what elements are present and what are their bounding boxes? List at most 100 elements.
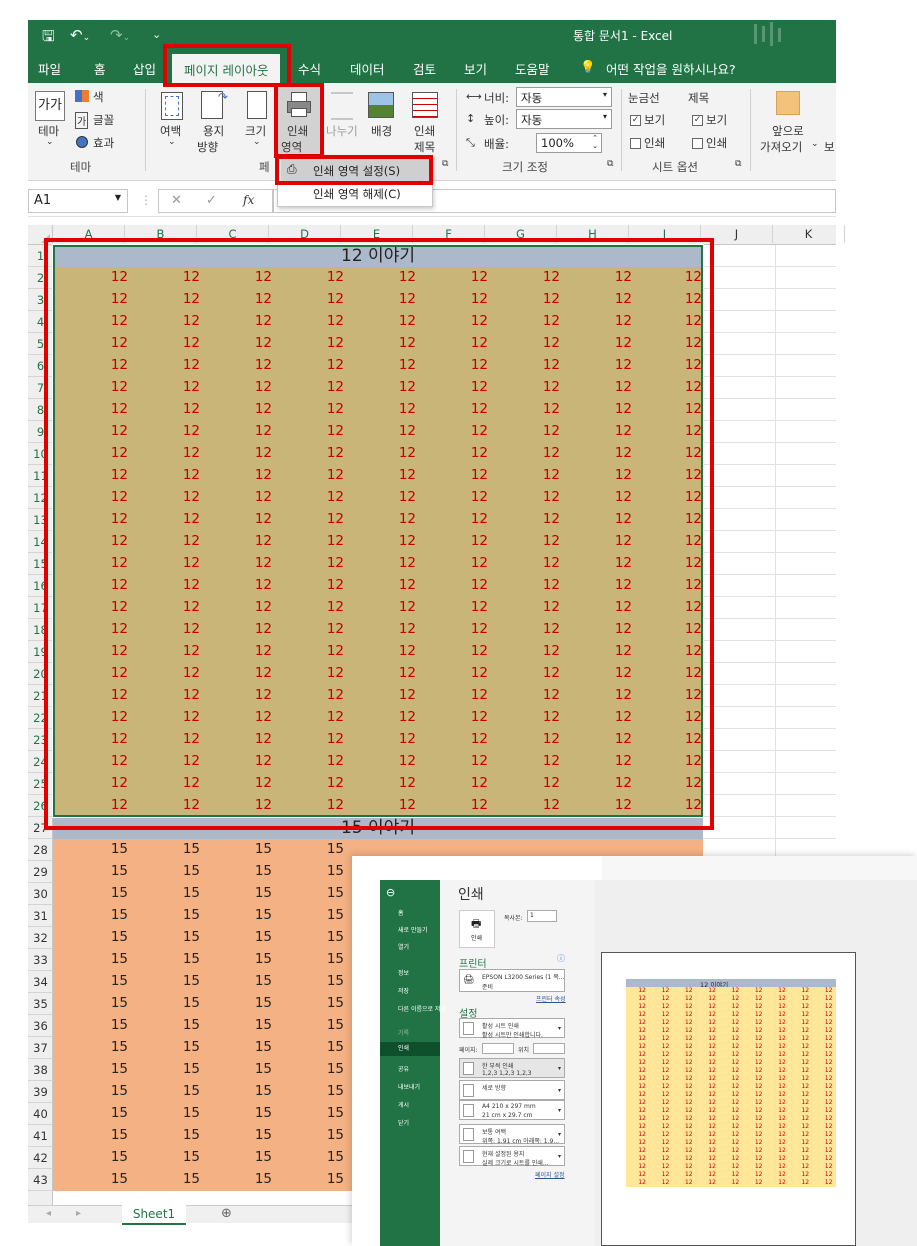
row-header-31[interactable]: 31 xyxy=(28,905,53,927)
cell-value[interactable]: 15 xyxy=(88,1039,128,1055)
cell-value[interactable]: 15 xyxy=(88,929,128,945)
row-header-42[interactable]: 42 xyxy=(28,1147,53,1169)
row-header-40[interactable]: 40 xyxy=(28,1103,53,1125)
cell-value[interactable]: 15 xyxy=(304,1171,344,1187)
bring-forward-line2[interactable]: 가져오기 xyxy=(760,139,802,155)
cell-value[interactable]: 15 xyxy=(88,907,128,923)
backstage-nav-item[interactable]: 새로 만들기 xyxy=(398,925,428,934)
cell-value[interactable]: 15 xyxy=(232,1127,272,1143)
cell-value[interactable]: 15 xyxy=(232,929,272,945)
theme-colors-button[interactable]: 색 xyxy=(93,89,104,105)
cell-value[interactable]: 15 xyxy=(232,1017,272,1033)
print-setting-dropdown[interactable]: A4 210 x 297 mm 21 cm x 29.7 cm ▾ xyxy=(459,1100,565,1120)
back-arrow-icon[interactable]: ⊖ xyxy=(386,886,395,899)
cell-value[interactable]: 15 xyxy=(304,995,344,1011)
name-box[interactable]: A1 ▼ xyxy=(28,189,128,213)
cell-value[interactable]: 15 xyxy=(232,885,272,901)
cell-value[interactable]: 15 xyxy=(232,1171,272,1187)
themes-icon[interactable]: 가가 xyxy=(35,91,65,121)
backstage-nav-item[interactable]: 다른 이름으로 저장 xyxy=(398,1004,446,1013)
cell-value[interactable]: 15 xyxy=(160,841,200,857)
cell-value[interactable]: 15 xyxy=(88,1127,128,1143)
cell-value[interactable]: 15 xyxy=(160,951,200,967)
row-header-41[interactable]: 41 xyxy=(28,1125,53,1147)
cell-value[interactable]: 15 xyxy=(232,907,272,923)
cell-value[interactable]: 15 xyxy=(160,995,200,1011)
headings-view-checkbox[interactable]: ✓ 보기 xyxy=(692,112,727,128)
cell-value[interactable]: 15 xyxy=(160,1061,200,1077)
cell-value[interactable]: 15 xyxy=(304,1149,344,1165)
cell-value[interactable]: 15 xyxy=(304,1039,344,1055)
backstage-nav-item[interactable]: 인쇄 xyxy=(380,1042,440,1056)
tab-home[interactable]: 홈 xyxy=(94,59,106,78)
add-sheet-icon[interactable]: ⊕ xyxy=(221,1206,232,1221)
menu-item-clear-print-area[interactable]: 인쇄 영역 해제(C) xyxy=(281,183,429,205)
cell-value[interactable]: 15 xyxy=(88,995,128,1011)
gridlines-view-checkbox[interactable]: ✓ 보기 xyxy=(630,112,665,128)
row-header-30[interactable]: 30 xyxy=(28,883,53,905)
cell-value[interactable]: 15 xyxy=(232,1039,272,1055)
print-setting-dropdown[interactable]: 한 부씩 인쇄 1,2,3 1,2,3 1,2,3 ▾ xyxy=(459,1058,565,1078)
row-header-33[interactable]: 33 xyxy=(28,949,53,971)
backstage-nav-item[interactable]: 닫기 xyxy=(398,1118,409,1127)
backstage-nav-item[interactable]: 홈 xyxy=(398,908,404,917)
save-icon[interactable]: 🖫 xyxy=(42,26,55,51)
cell-value[interactable]: 15 xyxy=(232,1061,272,1077)
tell-me-search[interactable]: 어떤 작업을 원하시나요? xyxy=(606,59,736,78)
tab-data[interactable]: 데이터 xyxy=(350,59,385,78)
cell-value[interactable]: 15 xyxy=(88,1061,128,1077)
cell-value[interactable]: 15 xyxy=(160,1105,200,1121)
cell-value[interactable]: 15 xyxy=(160,907,200,923)
cell-value[interactable]: 15 xyxy=(304,841,344,857)
tab-view[interactable]: 보기 xyxy=(464,59,487,78)
cell-value[interactable]: 15 xyxy=(88,841,128,857)
backstage-nav-item[interactable]: 정보 xyxy=(398,968,409,977)
cell-value[interactable]: 15 xyxy=(232,951,272,967)
width-dropdown[interactable]: 자동 ▾ xyxy=(516,87,612,107)
cell-value[interactable]: 15 xyxy=(160,885,200,901)
cell-value[interactable]: 15 xyxy=(232,973,272,989)
printer-properties-link[interactable]: 프린터 속성 xyxy=(536,994,566,1003)
page-setup-link[interactable]: 페이지 설정 xyxy=(535,1170,565,1179)
gridlines-print-checkbox[interactable]: 인쇄 xyxy=(630,135,665,151)
customize-qat-icon[interactable]: ⌄ xyxy=(152,28,161,41)
cell-value[interactable]: 15 xyxy=(88,885,128,901)
row-header-37[interactable]: 37 xyxy=(28,1037,53,1059)
orientation-button-line2[interactable]: 방향 xyxy=(197,139,218,155)
bring-forward-line1[interactable]: 앞으로 xyxy=(772,123,804,139)
printer-dropdown[interactable]: 🖨 EPSON L3200 Series (1 복... 준비 xyxy=(459,969,565,992)
pages-from-input[interactable] xyxy=(482,1043,514,1054)
cell-value[interactable]: 15 xyxy=(304,863,344,879)
print-titles-line2[interactable]: 제목 xyxy=(414,139,435,155)
theme-fonts-button[interactable]: 글꼴 xyxy=(93,112,114,128)
cell-value[interactable]: 15 xyxy=(232,1149,272,1165)
cell-value[interactable]: 15 xyxy=(304,951,344,967)
orientation-button-line1[interactable]: 용지 xyxy=(203,123,224,139)
print-setting-dropdown[interactable]: 활성 시트 인쇄 활성 시트만 인쇄합니다. ▾ xyxy=(459,1018,565,1039)
redo-icon[interactable]: ↷⌄ xyxy=(110,26,130,44)
cell-value[interactable]: 15 xyxy=(232,995,272,1011)
column-header-k[interactable]: K xyxy=(773,225,845,243)
row-header-36[interactable]: 36 xyxy=(28,1015,53,1037)
cell-value[interactable]: 15 xyxy=(304,1127,344,1143)
undo-icon[interactable]: ↶⌄ xyxy=(70,26,90,44)
theme-effects-button[interactable]: 효과 xyxy=(93,135,114,151)
row-header-32[interactable]: 32 xyxy=(28,927,53,949)
tab-file[interactable]: 파일 xyxy=(38,59,61,78)
row-header-39[interactable]: 39 xyxy=(28,1081,53,1103)
scale-launcher-icon[interactable]: ⧉ xyxy=(607,159,613,169)
page-setup-launcher-icon[interactable]: ⧉ xyxy=(442,159,448,169)
cell-value[interactable]: 15 xyxy=(88,951,128,967)
backstage-nav-item[interactable]: 저장 xyxy=(398,986,409,995)
print-setting-dropdown[interactable]: 세로 방향 ▾ xyxy=(459,1080,565,1100)
cell-value[interactable]: 15 xyxy=(232,1083,272,1099)
backstage-nav-item[interactable]: 열기 xyxy=(398,942,409,951)
row-header-28[interactable]: 28 xyxy=(28,839,53,861)
cell-value[interactable]: 15 xyxy=(304,885,344,901)
copies-input[interactable]: 1 xyxy=(527,910,557,922)
cell-value[interactable]: 15 xyxy=(304,1017,344,1033)
cell-value[interactable]: 15 xyxy=(160,973,200,989)
scroll-left-icon[interactable]: ◂ xyxy=(46,1208,51,1219)
print-setting-dropdown[interactable]: 현재 설정된 용지 실제 크기로 시트를 인쇄... ▾ xyxy=(459,1146,565,1167)
cell-value[interactable]: 15 xyxy=(88,1105,128,1121)
